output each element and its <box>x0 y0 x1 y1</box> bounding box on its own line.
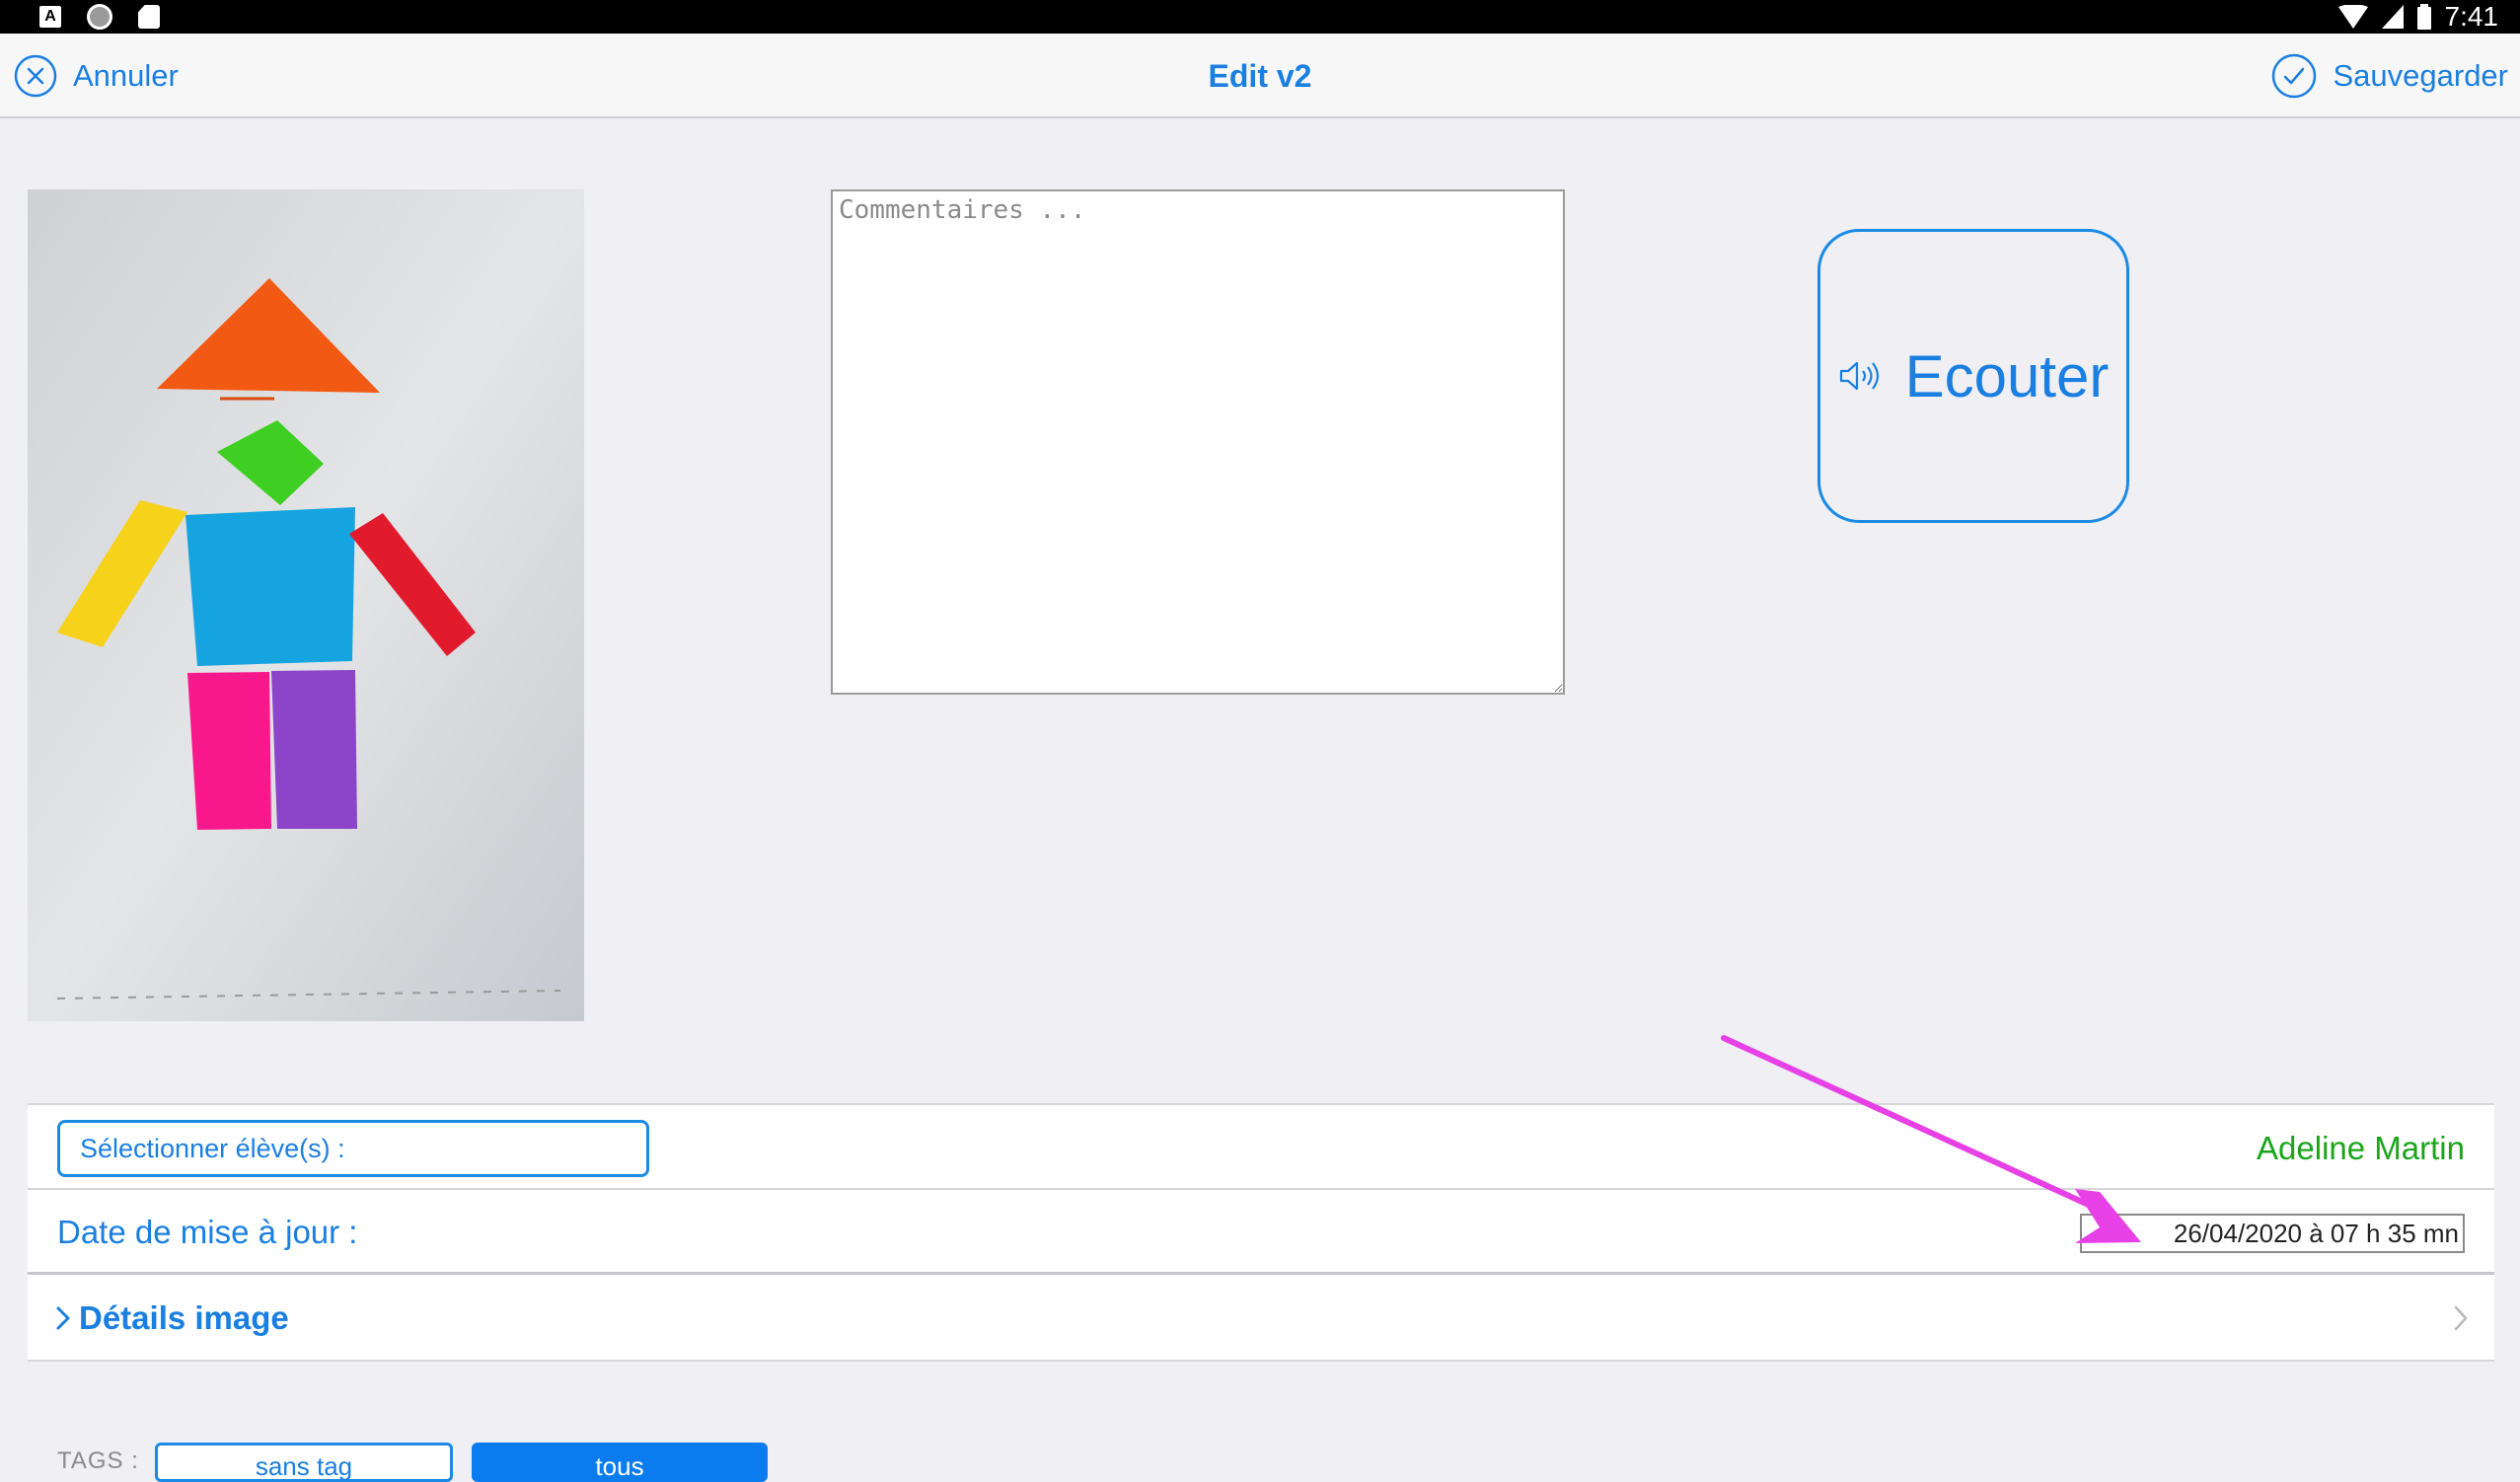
tag-button-no-tag[interactable]: sans tag <box>155 1443 453 1482</box>
image-details-row[interactable]: Détails image <box>28 1275 2494 1362</box>
tag-button-all[interactable]: tous <box>472 1443 768 1482</box>
status-bar-system: 7:41 <box>2337 0 2499 34</box>
cellular-signal-icon <box>2381 5 2404 29</box>
image-details-label: Détails image <box>79 1299 289 1336</box>
page-title: Edit v2 <box>1208 57 1312 94</box>
selected-student-name: Adeline Martin <box>2257 1130 2465 1166</box>
students-row: Sélectionner élève(s) : Adeline Martin <box>28 1103 2494 1190</box>
status-bar-notifications: A <box>39 0 160 34</box>
speaker-icon <box>1839 361 1879 391</box>
date-row: Date de mise à jour : <box>28 1190 2494 1275</box>
tangram-figure-image <box>28 189 584 1021</box>
tags-label: TAGS : <box>57 1447 139 1474</box>
comment-textarea[interactable] <box>831 189 1565 695</box>
status-bar: A 7:41 <box>0 0 2520 34</box>
chevron-right-icon <box>56 1306 70 1330</box>
navigation-bar: Annuler Edit v2 Sauvegarder <box>0 34 2520 118</box>
wifi-icon <box>2337 5 2368 29</box>
checkmark-circle-icon <box>2272 53 2317 99</box>
listen-button[interactable]: Ecouter <box>1817 229 2129 523</box>
notification-circle-icon <box>87 4 112 30</box>
save-button[interactable]: Sauvegarder <box>2271 34 2508 118</box>
select-students-button[interactable]: Sélectionner élève(s) : <box>57 1120 649 1177</box>
notification-a-icon: A <box>39 6 61 28</box>
sd-card-icon <box>138 5 160 29</box>
disclosure-chevron-icon[interactable] <box>2453 1275 2469 1362</box>
date-input[interactable] <box>2080 1214 2465 1253</box>
date-label: Date de mise à jour : <box>57 1214 358 1250</box>
clock: 7:41 <box>2444 1 2499 32</box>
listen-label: Ecouter <box>1904 342 2110 409</box>
save-label: Sauvegarder <box>2333 58 2508 93</box>
student-work-photo[interactable] <box>28 189 584 1021</box>
battery-icon <box>2416 4 2431 30</box>
image-details-toggle[interactable]: Détails image <box>55 1275 289 1362</box>
